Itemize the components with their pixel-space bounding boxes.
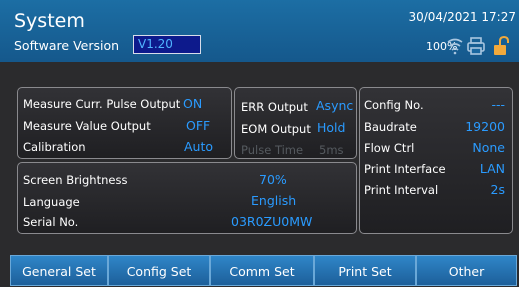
printer-icon xyxy=(467,37,485,55)
network-icon xyxy=(447,38,463,55)
baudrate-value[interactable]: 19200 xyxy=(465,119,505,134)
pulse-output-value[interactable]: ON xyxy=(183,96,202,111)
flow-ctrl-value[interactable]: None xyxy=(472,140,505,155)
pulse-time-value: 5ms xyxy=(319,143,344,157)
tab-general-set[interactable]: General Set xyxy=(10,255,108,286)
err-output-value[interactable]: Async xyxy=(316,98,353,113)
serial-no-label: Serial No. xyxy=(23,215,79,229)
tab-print-set[interactable]: Print Set xyxy=(314,255,416,286)
print-interval-value[interactable]: 2s xyxy=(491,182,505,197)
eom-output-value[interactable]: Hold xyxy=(317,120,345,135)
eom-output-label: EOM Output xyxy=(241,122,311,136)
tab-comm-set[interactable]: Comm Set xyxy=(210,255,314,286)
brightness-value[interactable]: 70% xyxy=(259,172,287,187)
value-output-label: Measure Value Output xyxy=(23,119,151,133)
tab-config-set[interactable]: Config Set xyxy=(108,255,210,286)
datetime-display: 30/04/2021 17:27 xyxy=(408,10,516,24)
print-interface-value[interactable]: LAN xyxy=(480,161,505,176)
comm-settings-panel: Config No. --- Baudrate 19200 Flow Ctrl … xyxy=(359,87,513,234)
brightness-label: Screen Brightness xyxy=(23,173,128,187)
calibration-label: Calibration xyxy=(23,140,86,154)
print-interval-label: Print Interval xyxy=(364,183,439,197)
general-settings-panel: Screen Brightness 70% Language English S… xyxy=(17,162,357,234)
output-settings-panel: Measure Curr. Pulse Output ON Measure Va… xyxy=(17,87,232,159)
pulse-time-label: Pulse Time xyxy=(241,143,304,157)
page-title: System xyxy=(14,10,85,32)
pulse-output-label: Measure Curr. Pulse Output xyxy=(23,97,181,111)
software-version-label: Software Version xyxy=(14,38,120,53)
err-output-panel: ERR Output Async EOM Output Hold Pulse T… xyxy=(234,87,357,159)
unlock-icon xyxy=(494,35,509,55)
bottom-tab-bar: General Set Config Set Comm Set Print Se… xyxy=(0,255,519,286)
serial-no-value: 03R0ZU0MW xyxy=(231,214,313,229)
err-output-label: ERR Output xyxy=(241,100,308,114)
baudrate-label: Baudrate xyxy=(364,120,417,134)
config-no-value[interactable]: --- xyxy=(491,97,505,112)
flow-ctrl-label: Flow Ctrl xyxy=(364,141,415,155)
title-bar: System Software Version V1.20 30/04/2021… xyxy=(0,0,519,62)
value-output-value[interactable]: OFF xyxy=(186,118,210,133)
status-icons xyxy=(446,35,516,60)
software-version-value: V1.20 xyxy=(133,35,201,54)
language-value[interactable]: English xyxy=(251,193,296,208)
print-interface-label: Print Interface xyxy=(364,162,446,176)
tab-other[interactable]: Other xyxy=(416,255,517,286)
language-label: Language xyxy=(23,195,80,209)
config-no-label: Config No. xyxy=(364,98,424,112)
calibration-value[interactable]: Auto xyxy=(184,139,213,154)
